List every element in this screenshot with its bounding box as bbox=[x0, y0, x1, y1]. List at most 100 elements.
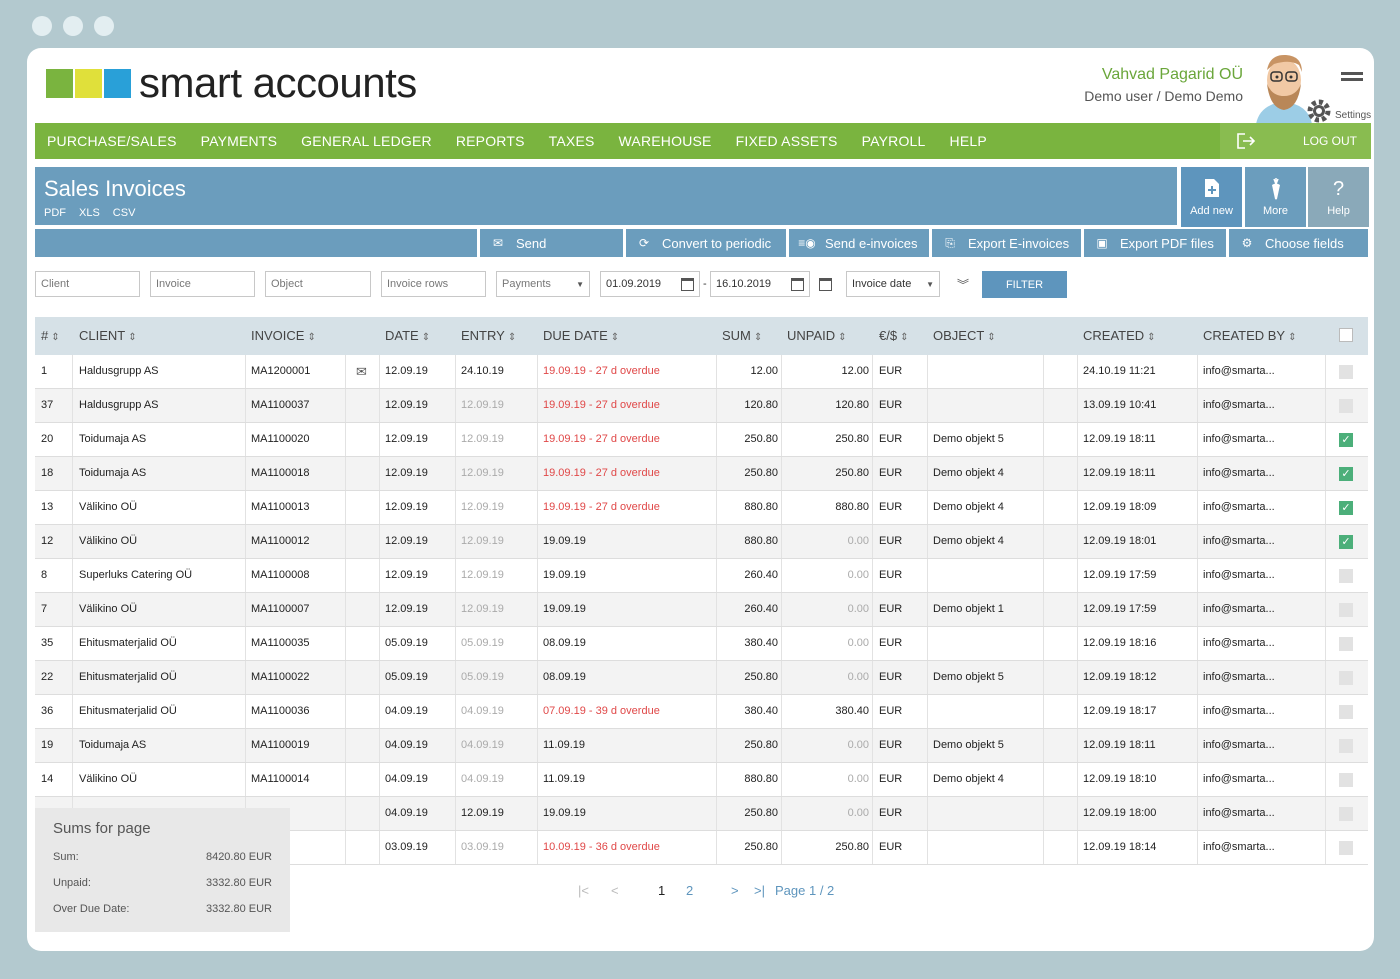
export-pdf-link[interactable]: PDF bbox=[44, 207, 66, 219]
cell-client[interactable]: Välikino OÜ bbox=[79, 763, 137, 796]
table-row[interactable]: 20 Toidumaja AS MA1100020 12.09.19 12.09.19 1… bbox=[35, 423, 1368, 457]
table-row[interactable]: 14 Välikino OÜ MA1100014 04.09.19 04.09.19 11… bbox=[35, 763, 1368, 797]
col-unpaid[interactable]: UNPAID ⇕ bbox=[787, 317, 847, 355]
cell-invoice[interactable]: MA1100008 bbox=[251, 559, 310, 592]
window-dot[interactable] bbox=[32, 16, 52, 36]
cell-invoice[interactable]: MA1100020 bbox=[251, 423, 310, 456]
logout-button[interactable]: LOG OUT bbox=[1220, 123, 1371, 159]
col-created-by[interactable]: CREATED BY ⇕ bbox=[1203, 317, 1297, 355]
nav-payments[interactable]: PAYMENTS bbox=[189, 133, 290, 149]
col-sum[interactable]: SUM ⇕ bbox=[722, 317, 762, 355]
export-xls-link[interactable]: XLS bbox=[79, 207, 100, 219]
object-filter-input[interactable]: Object bbox=[265, 271, 371, 297]
nav-taxes[interactable]: TAXES bbox=[537, 133, 607, 149]
prev-page-button[interactable]: < bbox=[611, 883, 619, 898]
nav-help[interactable]: HELP bbox=[938, 133, 999, 149]
invoice-rows-filter-input[interactable]: Invoice rows bbox=[381, 271, 486, 297]
send-einvoices-button[interactable]: ≡◉ Send e-invoices bbox=[786, 229, 929, 257]
cell-invoice[interactable]: MA1100014 bbox=[251, 763, 310, 796]
table-row[interactable]: 12 Välikino OÜ MA1100012 12.09.19 12.09.19 19… bbox=[35, 525, 1368, 559]
double-chevron-down-icon[interactable]: ︾ bbox=[957, 276, 969, 293]
table-row[interactable]: 22 Ehitusmaterjalid OÜ MA1100022 05.09.19 05… bbox=[35, 661, 1368, 695]
date-type-select[interactable]: Invoice date ▼ bbox=[846, 271, 940, 297]
convert-periodic-button[interactable]: ⟳ Convert to periodic bbox=[623, 229, 786, 257]
nav-warehouse[interactable]: WAREHOUSE bbox=[607, 133, 724, 149]
cell-invoice[interactable]: MA1100013 bbox=[251, 491, 310, 524]
row-checkbox[interactable] bbox=[1339, 807, 1353, 821]
client-filter-input[interactable]: Client bbox=[35, 271, 140, 297]
filter-button[interactable]: FILTER bbox=[982, 271, 1067, 298]
calendar-list-icon[interactable] bbox=[819, 278, 832, 291]
calendar-icon[interactable] bbox=[681, 277, 694, 291]
cell-client[interactable]: Välikino OÜ bbox=[79, 525, 137, 558]
page-1-link[interactable]: 1 bbox=[658, 883, 665, 898]
col-currency[interactable]: €/$ ⇕ bbox=[879, 317, 908, 355]
nav-fixed-assets[interactable]: FIXED ASSETS bbox=[724, 133, 850, 149]
table-row[interactable]: 19 Toidumaja AS MA1100019 04.09.19 04.09.19 1… bbox=[35, 729, 1368, 763]
gear-icon[interactable] bbox=[1307, 99, 1331, 123]
date-from-input[interactable]: 01.09.2019 bbox=[600, 271, 700, 297]
cell-client[interactable]: Välikino OÜ bbox=[79, 593, 137, 626]
window-dot[interactable] bbox=[94, 16, 114, 36]
row-checkbox[interactable] bbox=[1339, 365, 1353, 379]
window-dot[interactable] bbox=[63, 16, 83, 36]
table-row[interactable]: 13 Välikino OÜ MA1100013 12.09.19 12.09.19 19… bbox=[35, 491, 1368, 525]
cell-client[interactable]: Toidumaja AS bbox=[79, 423, 146, 456]
cell-client[interactable]: Ehitusmaterjalid OÜ bbox=[79, 695, 177, 728]
row-checkbox[interactable]: ✓ bbox=[1339, 467, 1353, 481]
cell-client[interactable]: Toidumaja AS bbox=[79, 457, 146, 490]
col-object[interactable]: OBJECT ⇕ bbox=[933, 317, 996, 355]
col-invoice[interactable]: INVOICE ⇕ bbox=[251, 317, 316, 355]
logo[interactable]: smart accounts bbox=[46, 62, 417, 104]
col-number[interactable]: # ⇕ bbox=[41, 317, 60, 355]
date-to-input[interactable]: 16.10.2019 bbox=[710, 271, 810, 297]
page-2-link[interactable]: 2 bbox=[686, 883, 693, 898]
invoice-filter-input[interactable]: Invoice bbox=[150, 271, 255, 297]
row-checkbox[interactable] bbox=[1339, 671, 1353, 685]
calendar-icon[interactable] bbox=[791, 277, 804, 291]
row-checkbox[interactable] bbox=[1339, 569, 1353, 583]
help-button[interactable]: ? Help bbox=[1308, 167, 1369, 227]
col-due-date[interactable]: DUE DATE ⇕ bbox=[543, 317, 619, 355]
table-row[interactable]: 35 Ehitusmaterjalid OÜ MA1100035 05.09.19 05… bbox=[35, 627, 1368, 661]
next-page-button[interactable]: > bbox=[731, 883, 739, 898]
cell-invoice[interactable]: MA1200001 bbox=[251, 355, 310, 388]
nav-reports[interactable]: REPORTS bbox=[444, 133, 537, 149]
cell-client[interactable]: Ehitusmaterjalid OÜ bbox=[79, 661, 177, 694]
nav-payroll[interactable]: PAYROLL bbox=[850, 133, 938, 149]
export-csv-link[interactable]: CSV bbox=[113, 207, 136, 219]
cell-client[interactable]: Superluks Catering OÜ bbox=[79, 559, 192, 592]
cell-client[interactable]: Haldusgrupp AS bbox=[79, 355, 159, 388]
cell-client[interactable]: Haldusgrupp AS bbox=[79, 389, 159, 422]
send-button[interactable]: ✉ Send bbox=[477, 229, 623, 257]
col-entry[interactable]: ENTRY ⇕ bbox=[461, 317, 516, 355]
envelope-icon[interactable]: ✉ bbox=[356, 355, 367, 388]
row-checkbox[interactable]: ✓ bbox=[1339, 535, 1353, 549]
row-checkbox[interactable] bbox=[1339, 637, 1353, 651]
cell-invoice[interactable]: MA1100037 bbox=[251, 389, 310, 422]
first-page-button[interactable]: |< bbox=[578, 883, 589, 898]
table-row[interactable]: 1 Haldusgrupp AS MA1200001 12.09.19 24.10.19… bbox=[35, 355, 1368, 389]
add-new-button[interactable]: Add new bbox=[1181, 167, 1242, 227]
company-name[interactable]: Vahvad Pagarid OÜ bbox=[1084, 66, 1243, 84]
select-all-checkbox[interactable] bbox=[1339, 328, 1353, 342]
choose-fields-button[interactable]: ⚙ Choose fields bbox=[1226, 229, 1368, 257]
row-checkbox[interactable] bbox=[1339, 399, 1353, 413]
col-created[interactable]: CREATED ⇕ bbox=[1083, 317, 1156, 355]
cell-client[interactable]: Ehitusmaterjalid OÜ bbox=[79, 627, 177, 660]
row-checkbox[interactable] bbox=[1339, 603, 1353, 617]
table-row[interactable]: 7 Välikino OÜ MA1100007 12.09.19 12.09.19 19.… bbox=[35, 593, 1368, 627]
col-date[interactable]: DATE ⇕ bbox=[385, 317, 430, 355]
cell-client[interactable]: Toidumaja AS bbox=[79, 729, 146, 762]
payments-select[interactable]: Payments ▼ bbox=[496, 271, 590, 297]
nav-purchase-sales[interactable]: PURCHASE/SALES bbox=[35, 133, 189, 149]
settings-label[interactable]: Settings bbox=[1333, 110, 1374, 121]
row-checkbox[interactable] bbox=[1339, 705, 1353, 719]
export-einvoices-button[interactable]: ⎘ Export E-invoices bbox=[929, 229, 1081, 257]
cell-invoice[interactable]: MA1100036 bbox=[251, 695, 310, 728]
nav-general-ledger[interactable]: GENERAL LEDGER bbox=[289, 133, 444, 149]
cell-invoice[interactable]: MA1100007 bbox=[251, 593, 310, 626]
cell-invoice[interactable]: MA1100012 bbox=[251, 525, 310, 558]
table-row[interactable]: 18 Toidumaja AS MA1100018 12.09.19 12.09.19 1… bbox=[35, 457, 1368, 491]
cell-invoice[interactable]: MA1100018 bbox=[251, 457, 310, 490]
